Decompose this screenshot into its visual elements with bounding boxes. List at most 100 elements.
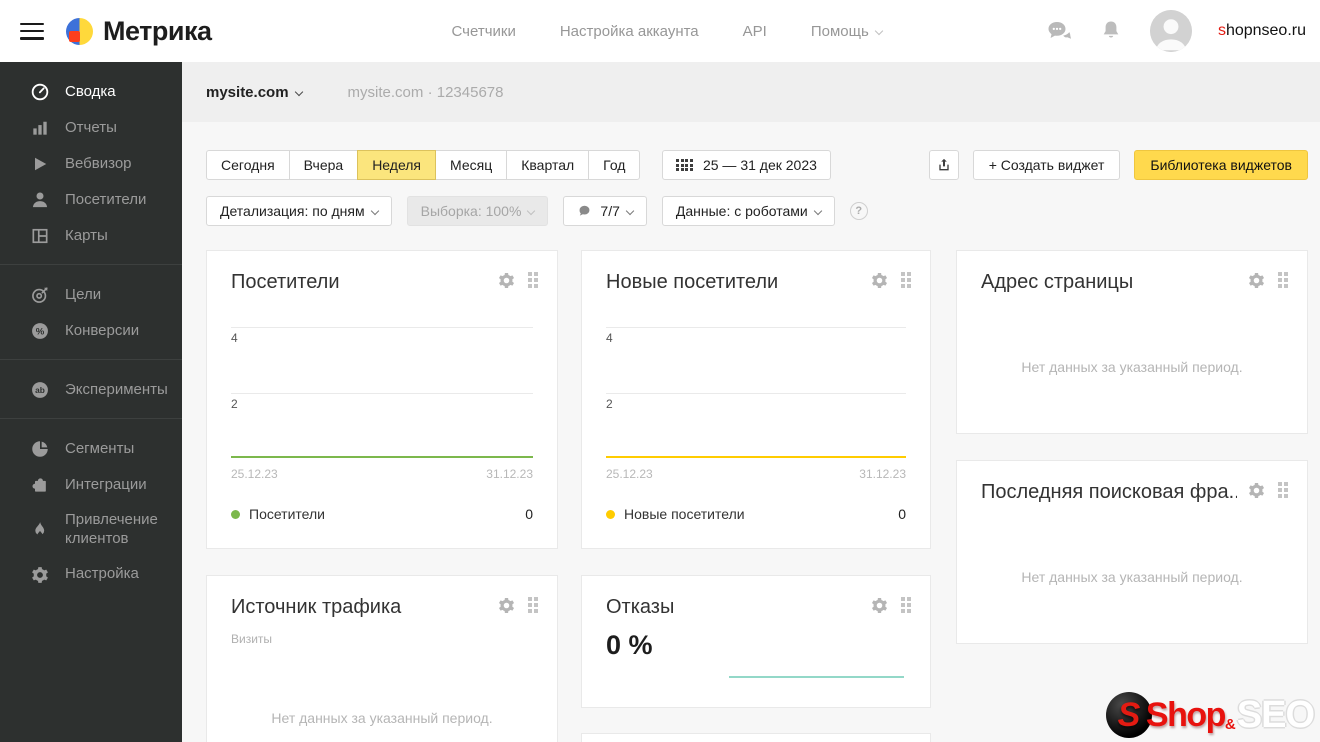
nav-help[interactable]: Помощь bbox=[811, 23, 884, 40]
sidebar-item-conversions[interactable]: % Конверсии bbox=[0, 313, 182, 349]
period-month-button[interactable]: Месяц bbox=[435, 150, 508, 180]
export-icon bbox=[939, 158, 949, 171]
period-yesterday-button[interactable]: Вчера bbox=[288, 150, 359, 180]
avatar[interactable] bbox=[1149, 10, 1192, 52]
sidebar-item-settings[interactable]: Настройка bbox=[0, 557, 182, 593]
widget-subtitle: Визиты bbox=[231, 632, 273, 646]
robots-filter-dropdown[interactable]: Данные: с роботами bbox=[661, 196, 835, 226]
bar-chart-icon bbox=[33, 121, 47, 135]
x-axis-end: 31.12.23 bbox=[486, 467, 533, 481]
sidebar-item-summary[interactable]: Сводка bbox=[0, 74, 182, 110]
period-quarter-button[interactable]: Квартал bbox=[506, 150, 590, 180]
speedometer-icon bbox=[31, 83, 49, 101]
drag-handle-icon[interactable] bbox=[901, 272, 912, 289]
widget-settings-icon[interactable] bbox=[870, 271, 889, 290]
drag-handle-icon[interactable] bbox=[901, 597, 912, 614]
person-silhouette-icon bbox=[1149, 10, 1192, 52]
chevron-down-icon bbox=[874, 26, 884, 35]
legend-dot-icon bbox=[231, 509, 240, 519]
period-toolbar: Сегодня Вчера Неделя Месяц Квартал Год 2… bbox=[206, 150, 831, 180]
widget-new-visitors: Новые посетители 4 2 25.12.23 31.12.23 Н… bbox=[581, 250, 931, 549]
chevron-down-icon bbox=[625, 206, 635, 216]
sidebar-item-integrations[interactable]: Интеграции bbox=[0, 467, 182, 503]
empty-state-text: Нет данных за указанный период. bbox=[1021, 569, 1243, 585]
target-icon bbox=[32, 287, 48, 303]
legend-value: 0 bbox=[898, 506, 906, 522]
widget-title: Адрес страницы bbox=[981, 271, 1134, 293]
bounce-rate-value: 0 % bbox=[606, 630, 653, 660]
site-selector[interactable]: mysite.com bbox=[206, 84, 303, 101]
drag-handle-icon[interactable] bbox=[1278, 272, 1289, 289]
nav-account-settings[interactable]: Настройка аккаунта bbox=[560, 23, 699, 40]
detail-filter-dropdown[interactable]: Детализация: по дням bbox=[206, 196, 392, 226]
legend-row[interactable]: Посетители 0 bbox=[231, 506, 533, 522]
watermark-logo-icon: S bbox=[1105, 692, 1152, 738]
nav-counters[interactable]: Счетчики bbox=[452, 23, 516, 40]
sidebar-item-webvisor[interactable]: Вебвизор bbox=[0, 146, 182, 182]
pie-chart-icon bbox=[32, 441, 48, 457]
sidebar-item-visitors[interactable]: Посетители bbox=[0, 182, 182, 218]
ab-test-icon: ab bbox=[32, 382, 48, 398]
sidebar-section-2: Цели % Конверсии bbox=[0, 264, 182, 359]
comments-filter-dropdown[interactable]: 7/7 bbox=[563, 196, 647, 226]
sampling-filter-dropdown[interactable]: Выборка: 100% bbox=[406, 196, 549, 226]
sidebar-section-4: Сегменты Интеграции Привлечение клиентов… bbox=[0, 418, 182, 603]
widget-title: Отказы bbox=[606, 596, 675, 618]
legend-row[interactable]: Новые посетители 0 bbox=[606, 506, 906, 522]
metrika-logo[interactable]: Метрика bbox=[66, 16, 212, 47]
widget-settings-icon[interactable] bbox=[1247, 271, 1266, 290]
sidebar-section-1: Сводка Отчеты Вебвизор Посетители Карты bbox=[0, 62, 182, 264]
period-week-button[interactable]: Неделя bbox=[357, 150, 437, 180]
widget-visitors: Посетители 4 2 25.12.23 31.12.23 Посетит… bbox=[206, 250, 558, 549]
gridline bbox=[231, 393, 533, 394]
main-content: mysite.com mysite.com · 12345678 Сегодня… bbox=[182, 62, 1320, 742]
widget-settings-icon[interactable] bbox=[497, 271, 516, 290]
play-icon bbox=[35, 157, 47, 171]
filter-toolbar: Детализация: по дням Выборка: 100% 7/7 Д… bbox=[206, 196, 868, 226]
gridline bbox=[606, 327, 906, 328]
drag-handle-icon[interactable] bbox=[1278, 482, 1289, 499]
date-range-button[interactable]: 25 — 31 дек 2023 bbox=[662, 150, 831, 180]
period-year-button[interactable]: Год bbox=[588, 150, 641, 180]
chat-icon[interactable] bbox=[1046, 19, 1072, 43]
period-today-button[interactable]: Сегодня bbox=[206, 150, 290, 180]
sidebar-item-goals[interactable]: Цели bbox=[0, 277, 182, 313]
chevron-down-icon bbox=[370, 206, 379, 216]
nav-api[interactable]: API bbox=[743, 23, 767, 40]
svg-text:ab: ab bbox=[35, 385, 45, 395]
gridline bbox=[231, 327, 533, 328]
widget-actions: + Создать виджет Библиотека виджетов bbox=[928, 150, 1308, 180]
x-axis-start: 25.12.23 bbox=[231, 467, 278, 481]
widget-settings-icon[interactable] bbox=[1247, 481, 1266, 500]
help-icon[interactable]: ? bbox=[849, 202, 868, 220]
widget-settings-icon[interactable] bbox=[497, 596, 516, 615]
sidebar-item-experiments[interactable]: ab Эксперименты bbox=[0, 372, 182, 408]
drag-handle-icon[interactable] bbox=[528, 597, 539, 614]
sparkline bbox=[729, 676, 904, 678]
hamburger-menu-icon[interactable] bbox=[20, 22, 44, 40]
widget-title: Новые посетители bbox=[606, 271, 779, 293]
flame-icon bbox=[35, 521, 45, 537]
drag-handle-icon[interactable] bbox=[528, 272, 539, 289]
widget-library-button[interactable]: Библиотека виджетов bbox=[1134, 150, 1308, 180]
chevron-down-icon bbox=[527, 206, 536, 216]
widget-settings-icon[interactable] bbox=[870, 596, 889, 615]
sidebar-item-segments[interactable]: Сегменты bbox=[0, 431, 182, 467]
brand-name: Метрика bbox=[103, 15, 212, 46]
header-right: shopnseo.ru bbox=[1046, 10, 1320, 52]
username[interactable]: shopnseo.ru bbox=[1218, 22, 1306, 40]
maps-icon bbox=[32, 228, 48, 244]
widget-bounces: Отказы 0 % bbox=[581, 575, 931, 708]
sidebar-item-maps[interactable]: Карты bbox=[0, 218, 182, 254]
x-axis-start: 25.12.23 bbox=[606, 467, 653, 481]
chevron-down-icon bbox=[294, 87, 303, 96]
svg-text:%: % bbox=[36, 326, 45, 337]
export-button[interactable] bbox=[928, 150, 959, 180]
y-tick: 2 bbox=[606, 397, 613, 411]
sidebar-item-customer-acquisition[interactable]: Привлечение клиентов bbox=[0, 503, 182, 557]
bell-icon[interactable] bbox=[1098, 19, 1124, 43]
create-widget-button[interactable]: + Создать виджет bbox=[972, 150, 1121, 180]
legend-dot-icon bbox=[606, 509, 615, 519]
widget-title: Последняя поисковая фра... bbox=[981, 481, 1237, 503]
sidebar-item-reports[interactable]: Отчеты bbox=[0, 110, 182, 146]
